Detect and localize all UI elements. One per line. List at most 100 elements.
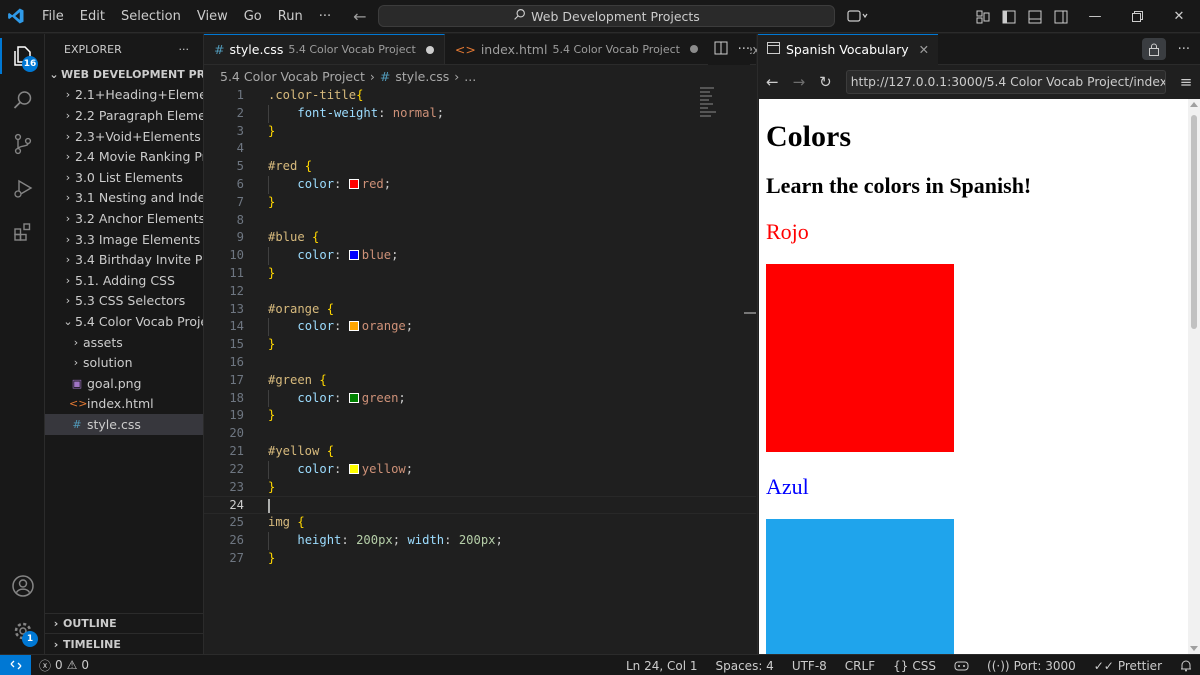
folder-item[interactable]: › 5.1. Adding CSS (45, 270, 203, 291)
folder-item[interactable]: › solution (45, 352, 203, 373)
code-line: 24 (204, 496, 756, 515)
menu-item-run[interactable]: Run (270, 0, 311, 33)
breadcrumb-symbol[interactable]: ... (464, 69, 476, 84)
toggle-secondary-sidebar-icon[interactable] (1048, 0, 1074, 33)
remote-indicator-icon[interactable] (0, 654, 31, 675)
copilot-icon[interactable] (845, 0, 871, 33)
line-number: 23 (229, 479, 244, 494)
browser-menu-icon[interactable]: ≡ (1180, 73, 1193, 91)
problems-indicator[interactable]: ⓧ 0 ⚠ 0 (39, 657, 89, 674)
notifications-bell-icon[interactable] (1180, 659, 1192, 672)
file-item[interactable]: <> index.html (45, 394, 203, 415)
customize-layout-icon[interactable] (970, 0, 996, 33)
end-of-line[interactable]: CRLF (845, 659, 875, 673)
browser-tabs: Spanish Vocabulary ✕ ··· (758, 33, 1200, 65)
editor-more-icon[interactable]: ··· (738, 42, 750, 57)
folder-item[interactable]: › assets (45, 332, 203, 353)
live-server-port[interactable]: ((·)) Port: 3000 (987, 659, 1076, 673)
minimap[interactable] (700, 87, 730, 137)
go-back-icon[interactable]: ← (353, 7, 366, 26)
folder-item[interactable]: › 3.1 Nesting and Inde... (45, 188, 203, 209)
folder-item[interactable]: › 2.3+Void+Elements (45, 126, 203, 147)
scroll-thumb[interactable] (1191, 115, 1197, 329)
breadcrumb-folder[interactable]: 5.4 Color Vocab Project (220, 69, 365, 84)
tree-item-label: 3.2 Anchor Elements (75, 210, 203, 226)
chevron-right-icon: › (65, 253, 71, 267)
browser-tab[interactable]: Spanish Vocabulary ✕ (758, 33, 939, 65)
browser-tab-actions: ··· (1141, 38, 1190, 60)
url-input[interactable]: http://127.0.0.1:3000/5.4 Color Vocab Pr… (845, 69, 1166, 94)
menu-item-edit[interactable]: Edit (72, 0, 113, 33)
workspace-root[interactable]: ⌄ WEB DEVELOPMENT PROJ... (45, 64, 203, 85)
color-swatch[interactable] (348, 178, 359, 189)
code-token: color (297, 176, 335, 191)
folder-item[interactable]: › 3.3 Image Elements (45, 229, 203, 250)
color-swatch[interactable] (348, 321, 359, 332)
manage-gear-icon[interactable]: 1 (0, 609, 45, 653)
editor-tab[interactable]: <> index.html 5.4 Color Vocab Project (445, 34, 709, 64)
browser-forward-icon[interactable]: → (793, 73, 806, 91)
menu-item-view[interactable]: View (189, 0, 236, 33)
folder-item[interactable]: ⌄5.4 Color Vocab Project (45, 311, 203, 332)
code-editor[interactable]: 1 .color-title{2 font-weight: normal; 3} 4 5… (204, 87, 756, 568)
source-control-icon[interactable] (0, 122, 45, 166)
reload-icon[interactable]: ↻ (819, 73, 832, 91)
folder-item[interactable]: › 2.4 Movie Ranking Pr... (45, 146, 203, 167)
scroll-up-icon[interactable] (1190, 102, 1198, 107)
code-text: color: red; (268, 176, 391, 194)
toggle-panel-icon[interactable] (1022, 0, 1048, 33)
split-editor-icon[interactable] (714, 41, 728, 59)
command-center-search[interactable]: Web Development Projects (378, 5, 835, 27)
close-tab-icon[interactable]: ✕ (919, 42, 929, 57)
close-window-icon[interactable]: ✕ (1158, 0, 1200, 33)
outline-section[interactable]: › OUTLINE (45, 612, 203, 634)
run-debug-icon[interactable] (0, 166, 45, 210)
scroll-down-icon[interactable] (1190, 646, 1198, 651)
menu-item-selection[interactable]: Selection (113, 0, 189, 33)
explorer-more-icon[interactable]: ··· (179, 43, 190, 56)
extensions-icon[interactable] (0, 210, 45, 254)
editor-sash[interactable] (744, 312, 756, 314)
lock-group-icon[interactable] (1141, 38, 1166, 60)
unsaved-dot-icon[interactable] (689, 45, 698, 53)
browser-more-icon[interactable]: ··· (1178, 42, 1190, 57)
timeline-section[interactable]: › TIMELINE (45, 633, 203, 654)
prettier-status[interactable]: ✓✓ Prettier (1094, 659, 1162, 673)
menu-item-file[interactable]: File (34, 0, 72, 33)
code-text: height: 200px; width: 200px; (268, 532, 503, 550)
window-controls: — ✕ (970, 0, 1200, 33)
folder-item[interactable]: › 5.3 CSS Selectors (45, 291, 203, 312)
search-view-icon[interactable] (0, 78, 45, 122)
restore-icon[interactable] (1116, 0, 1158, 33)
menu-item-go[interactable]: Go (236, 0, 270, 33)
menu-item-more[interactable]: ··· (311, 0, 339, 33)
color-swatch[interactable] (348, 392, 359, 403)
file-item[interactable]: # style.css (45, 414, 203, 435)
line-number: 21 (229, 443, 244, 458)
folder-item[interactable]: › 3.4 Birthday Invite Pr... (45, 249, 203, 270)
toggle-sidebar-icon[interactable] (996, 0, 1022, 33)
folder-item[interactable]: › 2.1+Heading+Element (45, 85, 203, 106)
copilot-status-icon[interactable] (954, 660, 969, 672)
language-mode[interactable]: {} CSS (893, 659, 936, 673)
folder-item[interactable]: › 2.2 Paragraph Element (45, 105, 203, 126)
browser-scrollbar[interactable] (1188, 99, 1200, 654)
minimize-icon[interactable]: — (1074, 0, 1116, 33)
explorer-icon[interactable]: 16 (0, 34, 45, 78)
color-swatch[interactable] (348, 250, 359, 261)
accounts-icon[interactable] (0, 564, 45, 608)
code-token: color (297, 390, 335, 405)
folder-item[interactable]: › 3.2 Anchor Elements (45, 208, 203, 229)
color-swatch[interactable] (348, 463, 359, 474)
chevron-right-icon: › (73, 335, 79, 349)
file-item[interactable]: ▣ goal.png (45, 373, 203, 394)
editor-tab[interactable]: # style.css 5.4 Color Vocab Project (204, 34, 445, 64)
breadcrumb-file[interactable]: style.css (395, 69, 449, 84)
encoding[interactable]: UTF-8 (792, 659, 827, 673)
folder-item[interactable]: › 3.0 List Elements (45, 167, 203, 188)
browser-back-icon[interactable]: ← (766, 73, 779, 91)
unsaved-dot-icon[interactable] (425, 45, 434, 54)
page-subheading: Learn the colors in Spanish! (766, 173, 1032, 198)
cursor-position[interactable]: Ln 24, Col 1 (626, 659, 698, 673)
indentation[interactable]: Spaces: 4 (716, 659, 774, 673)
